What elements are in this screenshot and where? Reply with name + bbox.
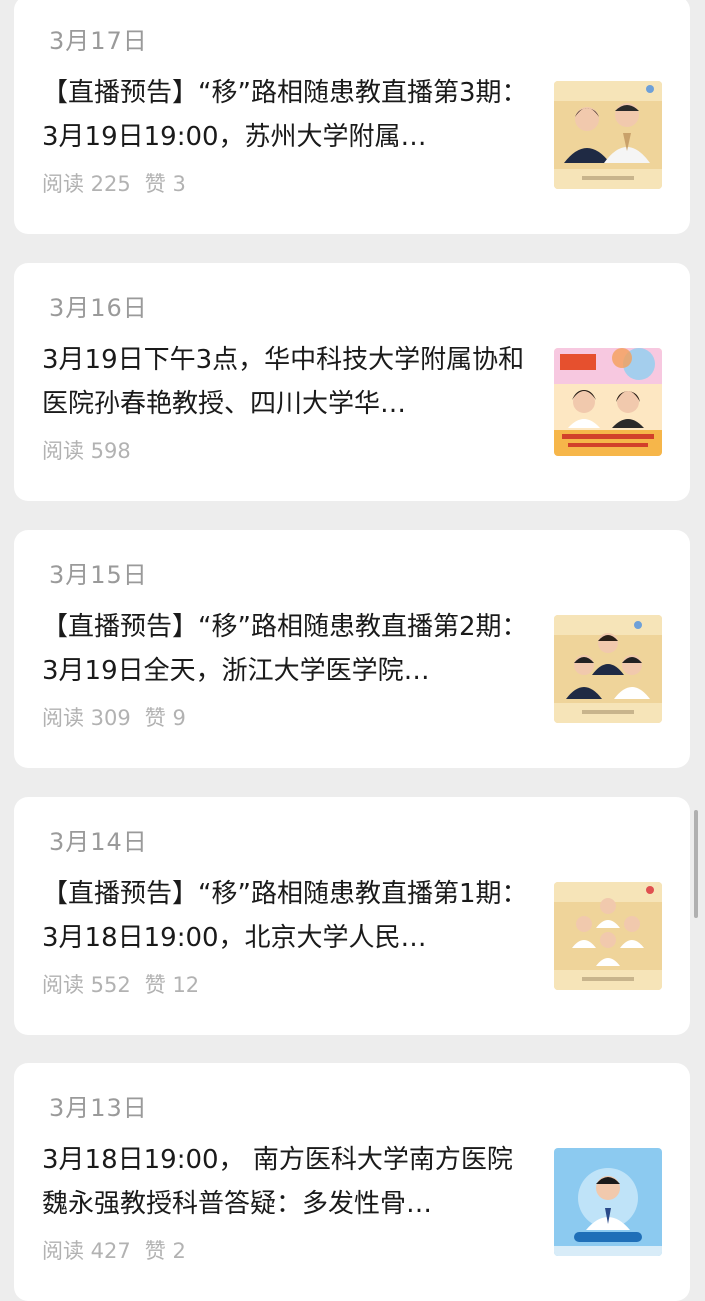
article-card[interactable]: 3月17日 【直播预告】“移”路相随患教直播第3期：3月19日19:00，苏州大… [14, 0, 690, 234]
article-card[interactable]: 3月13日 3月18日19:00， 南方医科大学南方医院魏永强教授科普答疑：多发… [14, 1063, 690, 1301]
article-date: 3月15日 [49, 561, 148, 589]
article-title[interactable]: 【直播预告】“移”路相随患教直播第3期：3月19日19:00，苏州大学附属… [42, 71, 534, 159]
article-stats: 阅读 225 赞 3 [42, 168, 186, 198]
read-count: 阅读 225 [42, 172, 131, 196]
article-date: 3月13日 [49, 1094, 148, 1122]
group-doctors-portrait-thumbnail[interactable] [554, 882, 662, 990]
article-card[interactable]: 3月15日 【直播预告】“移”路相随患教直播第2期：3月19日全天，浙江大学医学… [14, 530, 690, 768]
article-title[interactable]: 3月18日19:00， 南方医科大学南方医院魏永强教授科普答疑：多发性骨… [42, 1138, 534, 1226]
like-count: 赞 3 [144, 172, 186, 196]
doctor-blue-portrait-thumbnail[interactable] [554, 1148, 662, 1256]
article-date: 3月16日 [49, 294, 148, 322]
article-date: 3月17日 [49, 27, 148, 55]
article-stats: 阅读 598 [42, 435, 145, 465]
article-card[interactable]: 3月16日 3月19日下午3点，华中科技大学附属协和医院孙春艳教授、四川大学华…… [14, 263, 690, 501]
article-card[interactable]: 3月14日 【直播预告】“移”路相随患教直播第1期：3月18日19:00，北京大… [14, 797, 690, 1035]
article-title[interactable]: 3月19日下午3点，华中科技大学附属协和医院孙春艳教授、四川大学华… [42, 338, 534, 426]
article-date: 3月14日 [49, 828, 148, 856]
article-stats: 阅读 552 赞 12 [42, 969, 199, 999]
read-count: 阅读 427 [42, 1239, 131, 1263]
colorful-event-poster-thumbnail[interactable] [554, 348, 662, 456]
three-doctors-portrait-thumbnail[interactable] [554, 615, 662, 723]
read-count: 阅读 552 [42, 973, 131, 997]
two-doctors-portrait-thumbnail[interactable] [554, 81, 662, 189]
like-count: 赞 9 [144, 706, 186, 730]
article-stats: 阅读 427 赞 2 [42, 1235, 186, 1265]
read-count: 阅读 598 [42, 439, 131, 463]
read-count: 阅读 309 [42, 706, 131, 730]
like-count: 赞 2 [144, 1239, 186, 1263]
article-title[interactable]: 【直播预告】“移”路相随患教直播第2期：3月19日全天，浙江大学医学院… [42, 605, 534, 693]
article-title[interactable]: 【直播预告】“移”路相随患教直播第1期：3月18日19:00，北京大学人民… [42, 872, 534, 960]
like-count: 赞 12 [144, 973, 200, 997]
scrollbar[interactable] [694, 810, 698, 918]
article-stats: 阅读 309 赞 9 [42, 702, 186, 732]
